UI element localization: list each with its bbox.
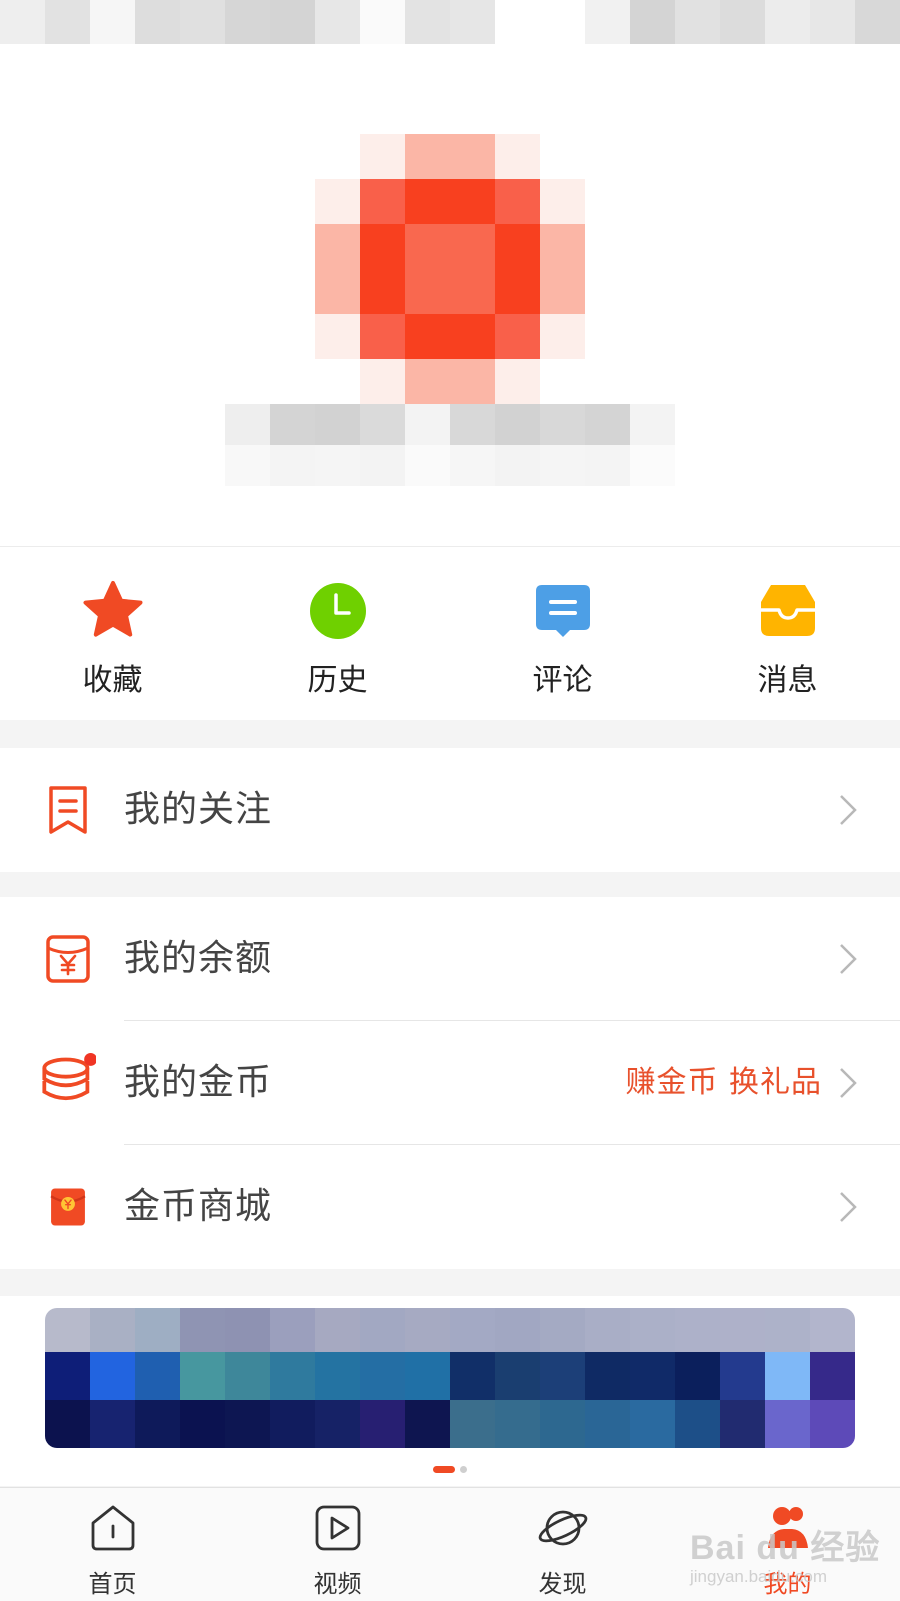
tab-video-label: 视频: [313, 1570, 362, 1598]
comments-button[interactable]: 评论: [450, 547, 675, 720]
favorites-button[interactable]: 收藏: [0, 547, 225, 720]
messages-label: 消息: [757, 663, 818, 698]
bottom-tab-bar: 首页 视频 发现 我的: [0, 1487, 900, 1601]
chevron-right-icon: [840, 1192, 857, 1222]
profile-header: [0, 44, 900, 547]
messages-button[interactable]: 消息: [675, 547, 900, 720]
my-coins-row[interactable]: 我的金币 赚金币 换礼品: [0, 1021, 900, 1145]
chevron-right-icon: [840, 1068, 857, 1098]
tab-video[interactable]: 视频: [225, 1488, 450, 1601]
tab-me[interactable]: 我的: [675, 1488, 900, 1601]
video-play-icon: [315, 1505, 360, 1551]
pagination-dot-active[interactable]: [433, 1466, 455, 1473]
chevron-right-icon: [840, 795, 857, 825]
red-envelope-icon: [50, 1188, 86, 1226]
comments-label: 评论: [532, 663, 593, 698]
banner-pagination: [0, 1466, 900, 1473]
banner-section: [0, 1296, 900, 1486]
tab-discover[interactable]: 发现: [450, 1488, 675, 1601]
status-bar-pixelated: [0, 0, 900, 44]
tab-discover-label: 发现: [538, 1570, 587, 1598]
promo-banner[interactable]: [45, 1308, 855, 1448]
tab-home[interactable]: 首页: [0, 1488, 225, 1601]
coin-mall-label: 金币商城: [124, 1186, 273, 1227]
history-button[interactable]: 历史: [225, 547, 450, 720]
comment-icon: [535, 585, 590, 637]
profile-icon: [767, 1507, 808, 1548]
my-balance-label: 我的余额: [124, 938, 273, 979]
chevron-right-icon: [840, 944, 857, 974]
history-label: 历史: [307, 663, 368, 698]
my-coins-label: 我的金币: [124, 1062, 273, 1103]
planet-icon: [538, 1510, 587, 1546]
inbox-icon: [760, 585, 815, 636]
coin-stack-icon: [42, 1053, 96, 1101]
my-follows-row[interactable]: 我的关注: [0, 748, 900, 872]
follow-card: 我的关注: [0, 748, 900, 872]
tab-me-label: 我的: [763, 1570, 812, 1598]
bookmark-icon: [49, 786, 87, 834]
favorites-label: 收藏: [82, 663, 143, 698]
clock-icon: [309, 583, 366, 639]
quick-actions: 收藏 历史 评论 消息: [0, 547, 900, 720]
star-icon: [83, 581, 142, 637]
profile-avatar[interactable]: [315, 134, 585, 404]
coin-mall-row[interactable]: 金币商城: [0, 1145, 900, 1269]
pagination-dot[interactable]: [460, 1466, 467, 1473]
my-balance-row[interactable]: 我的余额: [0, 897, 900, 1021]
my-follows-label: 我的关注: [124, 789, 273, 830]
tab-home-label: 首页: [88, 1570, 137, 1598]
wallet-card: 我的余额 我的金币 赚金币 换礼品 金币商城: [0, 897, 900, 1269]
yuan-wallet-icon: [46, 935, 90, 983]
coins-promo-text[interactable]: 赚金币 换礼品: [625, 1021, 822, 1145]
home-icon: [91, 1505, 134, 1551]
username-pixelated: [225, 404, 675, 486]
